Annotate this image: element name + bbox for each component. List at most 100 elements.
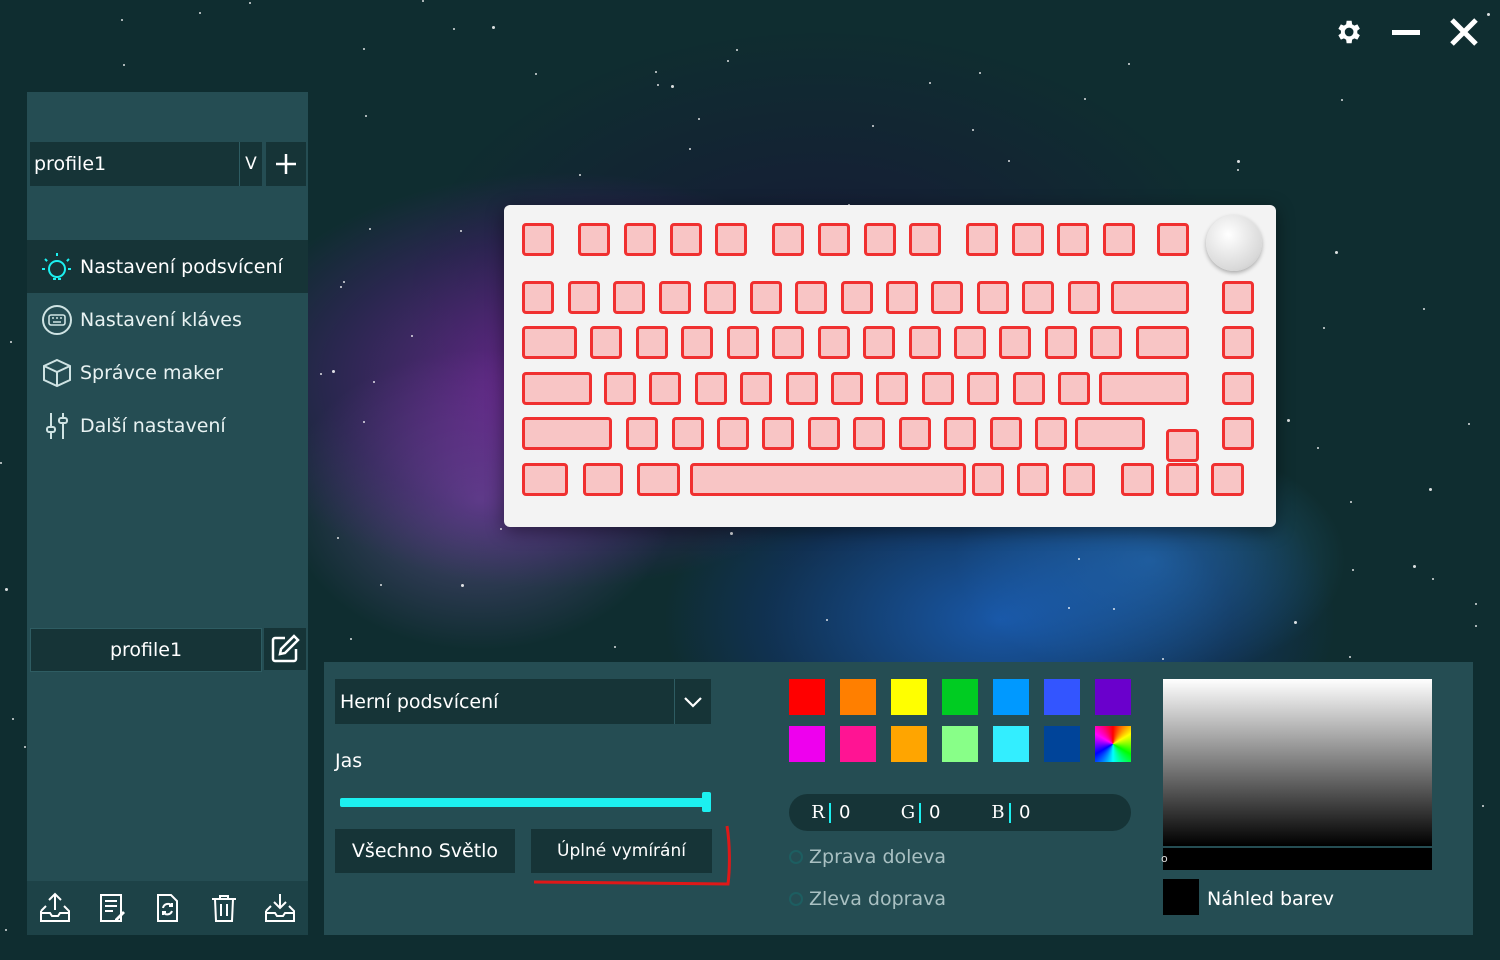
keycap[interactable] [717,417,749,450]
keycap[interactable] [1222,372,1254,405]
keycap[interactable] [899,417,931,450]
keycap[interactable] [944,417,976,450]
chevron-down-icon[interactable] [674,679,711,724]
refresh-icon[interactable] [148,889,186,927]
keycap[interactable] [522,281,554,314]
keycap[interactable] [909,223,941,256]
keycap[interactable] [772,326,804,359]
gear-icon[interactable] [1330,14,1366,50]
keycap[interactable] [1157,223,1189,256]
color-swatch[interactable] [942,679,978,715]
keycap[interactable] [954,326,986,359]
keycap[interactable] [1017,463,1049,496]
lighting-mode-select[interactable]: Herní podsvícení [335,679,711,724]
keycap[interactable] [522,372,592,405]
keycap[interactable] [990,417,1022,450]
b-value-field[interactable]: 0 [1019,802,1079,823]
keycap[interactable] [864,223,896,256]
chevron-down-icon[interactable]: V [239,142,262,186]
keycap[interactable] [808,417,840,450]
keycap[interactable] [1090,326,1122,359]
color-swatch[interactable] [1044,726,1080,762]
keycap[interactable] [1058,372,1090,405]
keycap[interactable] [704,281,736,314]
sidebar-item-keys[interactable]: Nastavení kláves [27,293,308,346]
keycap[interactable] [740,372,772,405]
keycap[interactable] [1057,223,1089,256]
keycap[interactable] [750,281,782,314]
import-icon[interactable] [261,889,299,927]
keycap[interactable] [1045,326,1077,359]
profile-name-field[interactable]: profile1 [30,628,262,672]
keycap[interactable] [613,281,645,314]
keycap[interactable] [831,372,863,405]
volume-knob[interactable] [1206,215,1262,271]
keycap[interactable] [1136,326,1189,359]
keycap[interactable] [886,281,918,314]
keycap[interactable] [578,223,610,256]
color-swatch[interactable] [993,679,1029,715]
color-swatch[interactable] [840,726,876,762]
profile-select[interactable]: profile1 V [30,142,262,186]
minimize-icon[interactable] [1388,14,1424,50]
keycap[interactable] [786,372,818,405]
color-swatch[interactable] [840,679,876,715]
keycap[interactable] [1222,326,1254,359]
keycap[interactable] [931,281,963,314]
keycap[interactable] [659,281,691,314]
r-value-field[interactable]: 0 [839,802,899,823]
brightness-slider[interactable] [340,798,708,807]
color-swatch[interactable] [891,726,927,762]
keycap[interactable] [715,223,747,256]
export-icon[interactable] [36,889,74,927]
keycap[interactable] [1068,281,1100,314]
sidebar-item-more-settings[interactable]: Další nastavení [27,399,308,452]
keycap[interactable] [522,223,554,256]
full-fade-button[interactable]: Úplné vymírání [531,829,712,873]
add-profile-button[interactable] [266,142,306,186]
keycap[interactable] [670,223,702,256]
keycap[interactable] [568,281,600,314]
color-swatch[interactable] [1044,679,1080,715]
keycap[interactable] [977,281,1009,314]
color-swatch[interactable] [1095,726,1131,762]
keycap[interactable] [1121,463,1154,496]
keycap[interactable] [1063,463,1095,496]
keycap[interactable] [649,372,681,405]
keycap[interactable] [672,417,704,450]
keycap[interactable] [690,463,966,496]
direction-right-to-left-radio[interactable]: Zprava doleva [789,846,946,868]
keycap[interactable] [762,417,794,450]
keycap[interactable] [681,326,713,359]
color-swatch[interactable] [789,679,825,715]
keycap[interactable] [772,223,804,256]
keycap[interactable] [841,281,873,314]
keycap[interactable] [1166,463,1199,496]
keycap[interactable] [1166,429,1199,462]
sidebar-item-macros[interactable]: Správce maker [27,346,308,399]
color-swatch[interactable] [891,679,927,715]
color-picker-area[interactable] [1163,679,1432,846]
keycap[interactable] [637,463,680,496]
keycap[interactable] [522,417,612,450]
keycap[interactable] [1111,281,1189,314]
keycap[interactable] [818,326,850,359]
brightness-slider-thumb[interactable] [702,792,711,812]
keycap[interactable] [972,463,1004,496]
keycap[interactable] [583,463,623,496]
keycap[interactable] [795,281,827,314]
g-value-field[interactable]: 0 [929,802,989,823]
keycap[interactable] [922,372,954,405]
keycap[interactable] [522,463,568,496]
keycap[interactable] [909,326,941,359]
keycap[interactable] [967,372,999,405]
keycap[interactable] [1099,372,1189,405]
trash-icon[interactable] [205,889,243,927]
keycap[interactable] [727,326,759,359]
sidebar-item-lighting[interactable]: Nastavení podsvícení [27,240,308,293]
keycap[interactable] [624,223,656,256]
keycap[interactable] [1075,417,1145,450]
keycap[interactable] [1222,417,1254,450]
close-icon[interactable] [1446,14,1482,50]
keycap[interactable] [1012,223,1044,256]
